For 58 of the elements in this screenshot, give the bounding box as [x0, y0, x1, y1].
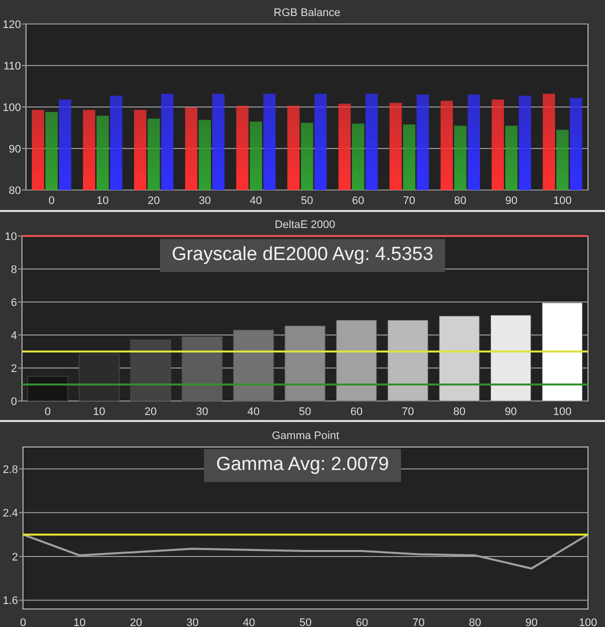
chart-title: Gamma Point	[272, 430, 340, 442]
tick-label: 100	[578, 617, 598, 627]
bar	[182, 336, 222, 402]
tick-label: 100	[553, 195, 572, 207]
tick-label: 80	[8, 185, 21, 197]
tick-label: 2	[12, 551, 18, 564]
average-label: Grayscale dE2000 Avg: 4.5353	[160, 239, 446, 272]
tick-label: 70	[402, 406, 414, 418]
bar	[130, 340, 171, 402]
bar	[27, 376, 68, 402]
tick-label: 60	[350, 406, 363, 418]
tick-label: 120	[2, 19, 21, 31]
tick-label: 0	[10, 396, 17, 408]
tick-label: 90	[504, 406, 517, 418]
tick-label: 30	[186, 617, 199, 627]
tick-label: 110	[3, 60, 21, 72]
tick-label: 10	[96, 195, 109, 207]
tick-label: 60	[352, 195, 364, 207]
chart-title: DeltaE 2000	[274, 219, 336, 231]
tick-label: 40	[242, 617, 256, 627]
tick-label: 70	[412, 617, 425, 627]
tick-label: 4	[10, 330, 17, 342]
tick-label: 90	[525, 617, 538, 627]
chart-title: RGB Balance	[274, 7, 340, 19]
tick-label: 80	[454, 195, 466, 207]
tick-label: 0	[48, 195, 55, 207]
tick-label: 80	[468, 617, 482, 627]
tick-label: 8	[10, 264, 17, 276]
tick-label: 6	[10, 297, 17, 309]
tick-label: 20	[148, 195, 160, 207]
tick-label: 2	[10, 363, 17, 375]
tick-label: 0	[44, 406, 51, 418]
tick-label: 10	[4, 231, 17, 243]
tick-label: 20	[144, 406, 157, 418]
tick-label: 10	[93, 406, 106, 418]
tick-label: 1.6	[2, 595, 18, 608]
tick-label: 90	[505, 195, 518, 207]
tick-label: 50	[299, 617, 312, 627]
tick-label: 80	[453, 406, 466, 418]
tick-label: 90	[8, 144, 21, 156]
tick-label: 2.8	[2, 464, 18, 476]
tick-label: 60	[356, 617, 368, 627]
tick-label: 100	[553, 406, 572, 418]
bar	[78, 354, 120, 402]
average-label: Gamma Avg: 2.0079	[204, 449, 401, 482]
tick-label: 20	[130, 617, 142, 627]
tick-label: 2.4	[2, 508, 18, 520]
tick-label: 70	[403, 195, 416, 207]
tick-label: 40	[250, 195, 262, 207]
tick-label: 40	[247, 406, 260, 418]
tick-label: 50	[298, 406, 312, 418]
tick-label: 30	[198, 195, 211, 207]
tick-label: 50	[300, 195, 314, 207]
tick-label: 100	[2, 102, 21, 114]
tick-label: 30	[196, 406, 208, 418]
tick-label: 10	[73, 617, 86, 627]
tick-label: 0	[20, 617, 26, 627]
bar	[233, 330, 274, 402]
